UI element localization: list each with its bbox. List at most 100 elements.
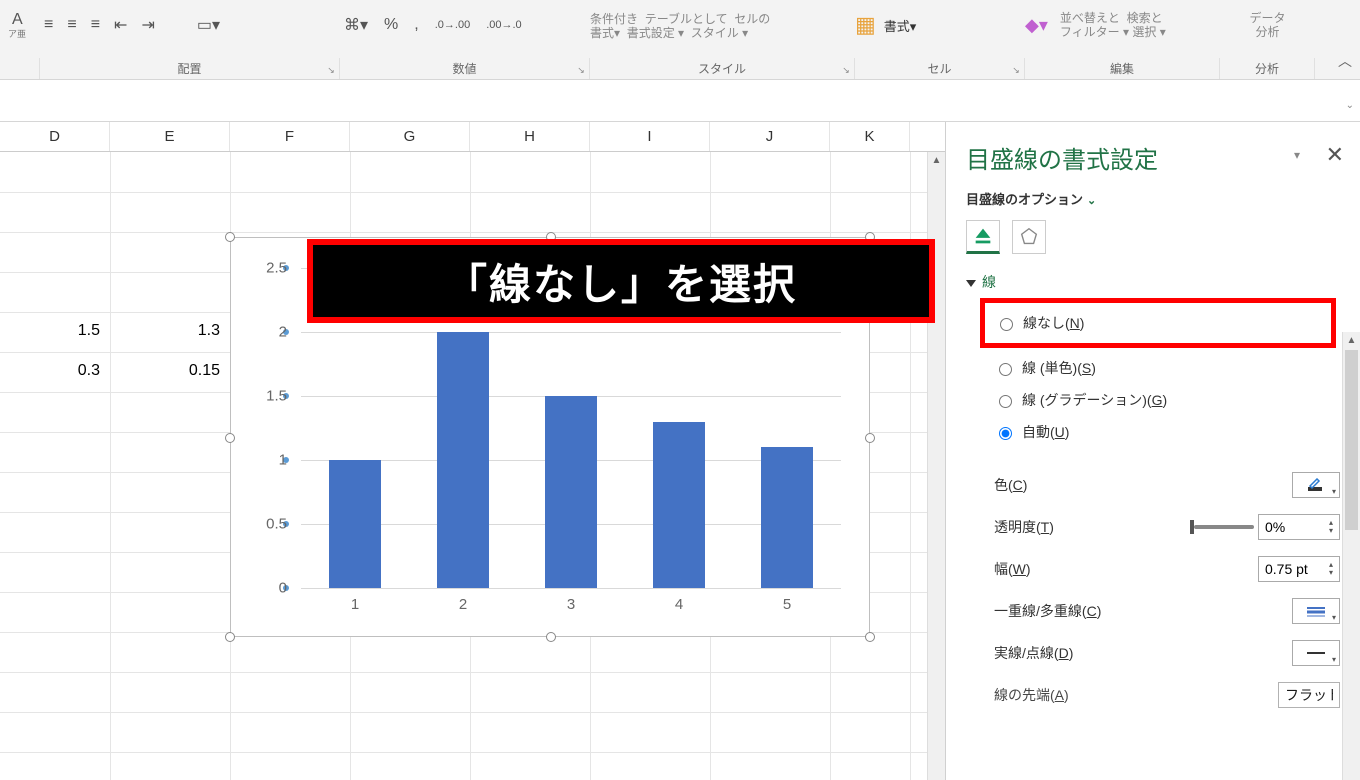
dialog-launcher-icon[interactable]: ↘ (575, 65, 587, 77)
table-format-button[interactable]: 書式設定 ▾ (627, 26, 684, 40)
resize-handle-s[interactable] (546, 632, 556, 642)
chart-bar[interactable] (761, 447, 813, 588)
cell-value[interactable]: 1.3 (110, 322, 228, 340)
format-gridlines-pane: 目盛線の書式設定 ▾ ✕ 目盛線のオプション⌄ 線 線なし(N) 線 (単色)(… (945, 122, 1360, 780)
column-header-K[interactable]: K (830, 122, 910, 151)
scroll-up-icon[interactable]: ▲ (1343, 332, 1360, 350)
number-format-icon[interactable]: ⌘▾ (344, 15, 368, 35)
resize-handle-e[interactable] (865, 433, 875, 443)
phonetic-hint: ア亜 (8, 27, 40, 40)
ribbon-group-編集: 編集 (1025, 58, 1220, 79)
compound-type-button[interactable]: ▾ (1292, 598, 1340, 624)
worksheet[interactable]: DEFGHIJK 1.5 1.3 0.3 0.15 00.511.522.512… (0, 122, 945, 780)
cond-format-label1: 条件付き (590, 12, 638, 26)
cap-label: 線の先端(A) (994, 685, 1069, 705)
format-button[interactable]: 書式▾ (884, 16, 917, 35)
resize-handle-se[interactable] (865, 632, 875, 642)
dialog-launcher-icon[interactable]: ↘ (325, 65, 337, 77)
find-select-button[interactable]: 選択 ▾ (1132, 25, 1165, 39)
transparency-label: 透明度(T) (994, 517, 1054, 537)
collapse-ribbon-icon[interactable]: ︿ (1338, 51, 1352, 71)
format-icon[interactable]: ▦ (855, 12, 876, 38)
color-picker-button[interactable]: ▾ (1292, 472, 1340, 498)
radio-auto-line[interactable]: 自動(U) (994, 416, 1340, 448)
column-header-D[interactable]: D (0, 122, 110, 151)
percent-icon[interactable]: % (384, 16, 398, 34)
dialog-launcher-icon[interactable]: ↘ (1010, 65, 1022, 77)
width-label: 幅(W) (994, 559, 1031, 579)
indent-increase-icon[interactable]: ⇥ (141, 15, 154, 35)
scroll-up-icon[interactable]: ▲ (928, 152, 945, 170)
line-section-header[interactable]: 線 (966, 272, 1340, 292)
increase-decimal-icon[interactable]: .0→.00 (435, 19, 470, 31)
column-header-I[interactable]: I (590, 122, 710, 151)
decrease-decimal-icon[interactable]: .00→.0 (486, 19, 521, 31)
column-header-J[interactable]: J (710, 122, 830, 151)
transparency-spinner[interactable]: ▴▾ (1258, 514, 1340, 540)
radio-solid-line[interactable]: 線 (単色)(S) (994, 352, 1340, 384)
pane-subtitle[interactable]: 目盛線のオプション⌄ (966, 189, 1340, 208)
cap-type-dropdown[interactable] (1278, 682, 1340, 708)
pane-scrollbar[interactable]: ▲ (1342, 332, 1360, 780)
ribbon: A ア亜 ≡ ≡ ≡ ⇤ ⇥ ▭▾ ⌘▾ % , .0→.00 .00→.0 条… (0, 0, 1360, 80)
ribbon-group-配置: 配置↘ (40, 58, 340, 79)
indent-decrease-icon[interactable]: ⇤ (114, 15, 127, 35)
pane-title: 目盛線の書式設定 (966, 140, 1340, 175)
cell-style-button[interactable]: スタイル ▾ (691, 26, 748, 40)
y-axis-tick-label: 2 (253, 324, 287, 341)
cell-style-label1: セルの (734, 12, 770, 26)
chart-bar[interactable] (329, 460, 381, 588)
transparency-slider[interactable] (1194, 525, 1254, 529)
effects-tab[interactable] (1012, 220, 1046, 254)
pane-options-dropdown-icon[interactable]: ▾ (1294, 148, 1300, 162)
chart-bar[interactable] (437, 332, 489, 588)
x-axis-tick-label: 2 (437, 596, 489, 613)
resize-handle-w[interactable] (225, 433, 235, 443)
radio-no-line[interactable]: 線なし(N) (995, 307, 1331, 339)
close-pane-icon[interactable]: ✕ (1326, 142, 1344, 168)
dialog-launcher-icon[interactable]: ↘ (840, 65, 852, 77)
fill-icon[interactable]: ◆▾ (1025, 15, 1048, 36)
font-color-icon[interactable]: A (12, 11, 23, 29)
dash-type-button[interactable]: ▾ (1292, 640, 1340, 666)
radio-gradient-line[interactable]: 線 (グラデーション)(G) (994, 384, 1340, 416)
ribbon-group-スタイル: スタイル↘ (590, 58, 855, 79)
y-axis-tick-label: 2.5 (253, 260, 287, 277)
ribbon-group-分析: 分析 (1220, 58, 1315, 79)
column-header-H[interactable]: H (470, 122, 590, 151)
column-header-E[interactable]: E (110, 122, 230, 151)
cell-value[interactable]: 0.15 (110, 362, 228, 380)
x-axis-tick-label: 4 (653, 596, 705, 613)
y-axis-tick-label: 1 (253, 452, 287, 469)
cond-format-button[interactable]: 書式▾ (590, 26, 620, 40)
x-axis-tick-label: 5 (761, 596, 813, 613)
expand-formula-bar-icon[interactable]: ⌄ (1346, 100, 1354, 111)
sort-filter-button[interactable]: フィルター ▾ (1060, 25, 1129, 39)
formula-bar[interactable]: ⌄ (0, 80, 1360, 122)
compound-label: 一重線/多重線(C) (994, 601, 1101, 621)
y-axis-tick-label: 0.5 (253, 516, 287, 533)
align-right-icon[interactable]: ≡ (91, 16, 100, 34)
chart-bar[interactable] (545, 396, 597, 588)
align-left-icon[interactable]: ≡ (44, 16, 53, 34)
data-analysis-button[interactable]: 分析 (1220, 25, 1315, 39)
x-axis-tick-label: 1 (329, 596, 381, 613)
align-center-icon[interactable]: ≡ (67, 16, 76, 34)
merge-cells-icon[interactable]: ▭▾ (197, 15, 220, 35)
resize-handle-nw[interactable] (225, 232, 235, 242)
resize-handle-sw[interactable] (225, 632, 235, 642)
highlight-no-line: 線なし(N) (980, 298, 1336, 348)
fill-line-tab[interactable] (966, 220, 1000, 254)
chart-bar[interactable] (653, 422, 705, 588)
width-spinner[interactable]: ▴▾ (1258, 556, 1340, 582)
cell-value[interactable]: 0.3 (0, 362, 108, 380)
comma-icon[interactable]: , (414, 16, 418, 34)
column-header-F[interactable]: F (230, 122, 350, 151)
sort-label1: 並べ替えと (1060, 11, 1120, 25)
cell-value[interactable]: 1.5 (0, 322, 108, 340)
scroll-thumb[interactable] (1345, 350, 1358, 530)
color-label: 色(C) (994, 475, 1027, 495)
column-header-G[interactable]: G (350, 122, 470, 151)
x-axis-tick-label: 3 (545, 596, 597, 613)
ribbon-group-数値: 数値↘ (340, 58, 590, 79)
